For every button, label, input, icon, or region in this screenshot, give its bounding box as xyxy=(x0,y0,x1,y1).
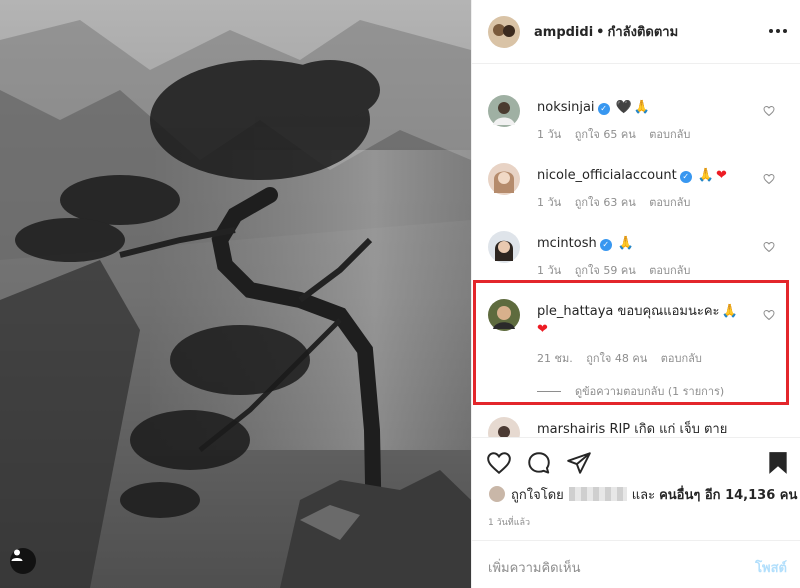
paper-plane-icon[interactable] xyxy=(566,450,592,476)
comment-time[interactable]: 1 วัน xyxy=(537,264,561,277)
comment-emoji: ❤ xyxy=(537,322,548,337)
commenter-avatar[interactable] xyxy=(488,231,520,263)
reply-button[interactable]: ตอบกลับ xyxy=(661,352,702,365)
heart-outline-icon[interactable] xyxy=(486,450,512,476)
view-replies-label: ดูข้อความตอบกลับ (1 รายการ) xyxy=(575,385,725,398)
comment-emoji: 🙏 xyxy=(721,304,738,319)
commenter-avatar[interactable] xyxy=(488,299,520,331)
header-separator: • xyxy=(596,25,605,40)
comment-likes[interactable]: ถูกใจ 48 คน xyxy=(586,352,647,365)
commenter-avatar[interactable] xyxy=(488,95,520,127)
post-timestamp[interactable]: 1 วันที่แล้ว xyxy=(488,515,530,529)
comments-list[interactable]: ▔▔ ▔▔▔▔▔▔ ▔▔▔▔▔▔ noksinjai✓ 🖤🙏 1 วัน ถูก… xyxy=(472,65,800,437)
more-options-icon[interactable] xyxy=(769,22,787,40)
replies-divider-line xyxy=(537,390,561,392)
verified-badge-icon: ✓ xyxy=(679,171,692,183)
comment-meta: 1 วัน ถูกใจ 65 คน ตอบกลับ xyxy=(537,125,700,143)
comment-body: noksinjai ✓ 🖤 🙏 xyxy=(537,99,757,117)
post-photo[interactable] xyxy=(0,0,471,588)
likes-count[interactable]: คนอื่นๆ อีก 14,136 คน xyxy=(659,484,797,505)
comment-text: ขอบคุณแอมนะคะ xyxy=(617,304,720,319)
comment-meta: 1 วัน ถูกใจ 63 คน ตอบกลับ xyxy=(537,193,700,211)
view-replies-button[interactable]: ดูข้อความตอบกลับ (1 รายการ) xyxy=(537,382,724,400)
person-icon xyxy=(11,549,23,561)
commenter-username[interactable]: noksinjai xyxy=(537,100,595,115)
liker-avatar[interactable] xyxy=(488,485,506,503)
bookmark-filled-icon[interactable] xyxy=(765,450,791,476)
author-username[interactable]: ampdidi xyxy=(534,25,593,40)
comment-body: ple_hattaya ขอบคุณแอมนะคะ 🙏 ❤ xyxy=(537,303,757,339)
comment-meta: 21 ชม. ถูกใจ 48 คน ตอบกลับ xyxy=(537,349,712,367)
cut-off-comment-meta: ▔▔ ▔▔▔▔▔▔ ▔▔▔▔▔▔ xyxy=(536,65,661,70)
author-avatar[interactable] xyxy=(488,15,520,48)
comment-time[interactable]: 21 ชม. xyxy=(537,352,573,365)
comment-heart-icon[interactable] xyxy=(763,173,775,185)
comment-input[interactable]: เพิ่มความคิดเห็น xyxy=(488,557,581,578)
comment-likes[interactable]: ถูกใจ 63 คน xyxy=(575,196,636,209)
comment-time[interactable]: 1 วัน xyxy=(537,128,561,141)
user-tag-icon[interactable] xyxy=(10,548,36,574)
comment-bubble-icon[interactable] xyxy=(526,450,552,476)
commenter-avatar[interactable] xyxy=(488,163,520,195)
follow-status[interactable]: กำลังติดตาม xyxy=(607,25,678,40)
comment-likes[interactable]: ถูกใจ 65 คน xyxy=(575,128,636,141)
comment-emoji: 🙏 xyxy=(633,100,651,115)
commenter-username[interactable]: ple_hattaya xyxy=(537,304,613,319)
post-header: ampdidi • กำลังติดตาม xyxy=(472,0,800,64)
blurred-username xyxy=(568,487,627,501)
comment-heart-icon[interactable] xyxy=(763,309,775,321)
reply-button[interactable]: ตอบกลับ xyxy=(649,264,690,277)
verified-badge-icon: ✓ xyxy=(599,239,612,251)
comment-likes[interactable]: ถูกใจ 59 คน xyxy=(575,264,636,277)
comment-time[interactable]: 1 วัน xyxy=(537,196,561,209)
comment-body: nicole_officialaccount ✓ 🙏 ❤ xyxy=(537,167,757,185)
comment-body: marshairis RIP เกิด แก่ เจ็บ ตาย xyxy=(537,421,797,437)
reply-button[interactable]: ตอบกลับ xyxy=(649,128,690,141)
liked-by-and: และ xyxy=(631,487,656,503)
comment-emoji: 🙏 xyxy=(617,236,635,251)
comment-emoji: 🙏 xyxy=(697,168,715,183)
add-comment-bar: เพิ่มความคิดเห็น โพสต์ xyxy=(472,540,800,588)
tree-photo-illustration xyxy=(0,0,471,588)
likes-summary[interactable]: ถูกใจโดย และ คนอื่นๆ อีก 14,136 คน xyxy=(488,484,797,504)
comment-emoji: 🖤 xyxy=(615,100,632,115)
comment-heart-icon[interactable] xyxy=(763,241,775,253)
commenter-avatar[interactable] xyxy=(488,417,520,437)
liked-by-prefix: ถูกใจโดย xyxy=(511,487,564,503)
commenter-username[interactable]: nicole_officialaccount xyxy=(537,168,677,183)
comment-text: RIP เกิด แก่ เจ็บ ตาย xyxy=(609,422,728,437)
post-sidebar: ampdidi•กำลังติดตาม ▔▔ ▔▔▔▔▔▔ ▔▔▔▔▔▔ nok… xyxy=(471,0,800,588)
post-action-bar xyxy=(472,437,800,487)
verified-badge-icon: ✓ xyxy=(597,103,610,115)
commenter-username[interactable]: marshairis xyxy=(537,422,605,437)
comment-heart-icon[interactable] xyxy=(763,105,775,117)
reply-button[interactable]: ตอบกลับ xyxy=(649,196,690,209)
commenter-username[interactable]: mcintosh xyxy=(537,236,597,251)
comment-body: mcintosh ✓ 🙏 xyxy=(537,235,757,253)
post-comment-button[interactable]: โพสต์ xyxy=(755,557,787,578)
comment-emoji: ❤ xyxy=(716,168,727,183)
header-title: ampdidi • กำลังติดตาม xyxy=(534,21,678,42)
comment-meta: 1 วัน ถูกใจ 59 คน ตอบกลับ xyxy=(537,261,700,279)
